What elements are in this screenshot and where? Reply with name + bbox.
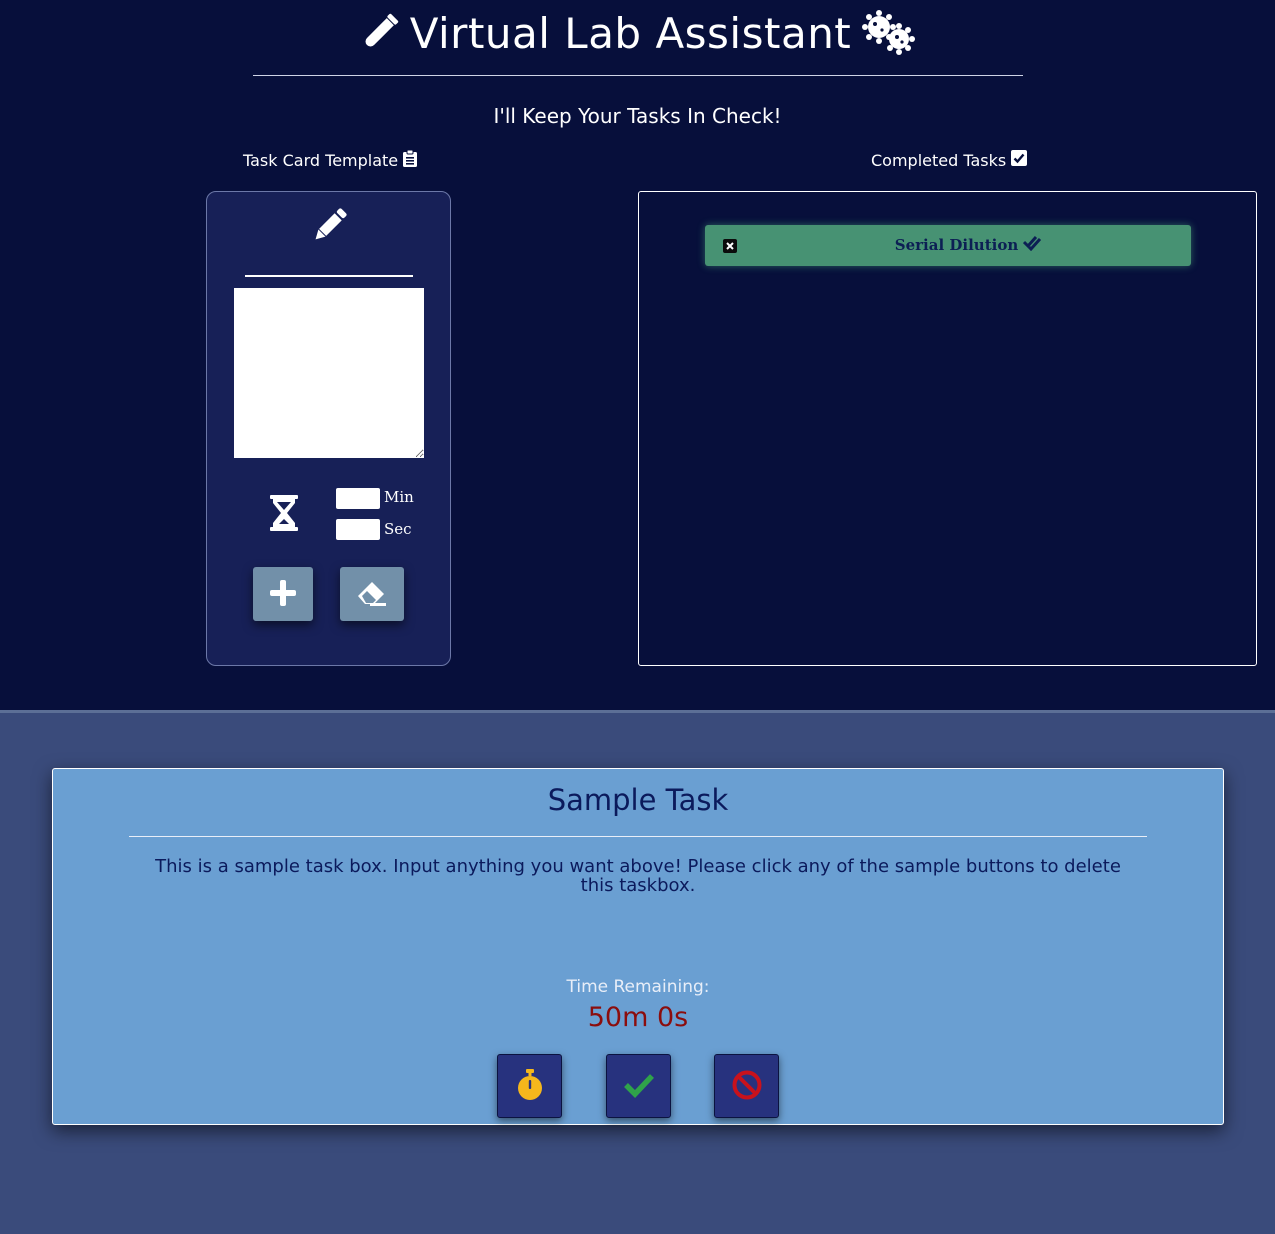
time-remaining-label: Time Remaining: bbox=[566, 977, 710, 997]
title-input-underline[interactable] bbox=[245, 275, 413, 277]
task-description: This is a sample task box. Input anythin… bbox=[155, 856, 1121, 896]
clipboard-list-icon bbox=[403, 149, 418, 171]
task-box: Sample Task This is a sample task box. I… bbox=[52, 768, 1224, 1125]
stopwatch-icon bbox=[516, 1068, 544, 1104]
add-task-button[interactable] bbox=[253, 567, 313, 621]
completed-heading: Completed Tasks bbox=[871, 150, 1028, 170]
completed-tasks-panel: Serial Dilution bbox=[638, 191, 1257, 666]
pencil-icon[interactable] bbox=[310, 207, 348, 249]
app-title: Virtual Lab Assistant bbox=[409, 8, 852, 58]
task-card-template: Min Sec bbox=[206, 191, 451, 666]
header: Virtual Lab Assistant bbox=[0, 6, 1275, 60]
completed-task-item[interactable]: Serial Dilution bbox=[705, 225, 1191, 266]
flask-icon bbox=[358, 11, 400, 55]
virus-icon bbox=[861, 10, 917, 56]
complete-button[interactable] bbox=[606, 1054, 671, 1118]
stopwatch-button[interactable] bbox=[497, 1054, 562, 1118]
eraser-icon bbox=[356, 579, 388, 610]
ban-icon bbox=[731, 1069, 763, 1104]
header-divider bbox=[253, 75, 1023, 76]
clear-template-button[interactable] bbox=[340, 567, 404, 621]
seconds-label: Sec bbox=[384, 520, 412, 538]
template-heading-label: Task Card Template bbox=[243, 151, 399, 170]
minutes-input[interactable] bbox=[336, 488, 380, 509]
check-square-icon bbox=[1011, 150, 1028, 170]
time-remaining-value: 50m 0s bbox=[587, 1002, 689, 1033]
description-input[interactable] bbox=[234, 288, 424, 458]
task-divider bbox=[129, 836, 1147, 837]
check-icon bbox=[623, 1072, 655, 1101]
minutes-label: Min bbox=[384, 488, 414, 506]
top-section: Virtual Lab Assistant I'll Keep Your Tas… bbox=[0, 0, 1275, 710]
seconds-input[interactable] bbox=[336, 519, 380, 540]
template-heading: Task Card Template bbox=[243, 149, 418, 171]
completed-task-title-wrap: Serial Dilution bbox=[705, 235, 1191, 255]
completed-task-label: Serial Dilution bbox=[894, 236, 1019, 254]
plus-icon bbox=[269, 579, 297, 610]
completed-heading-label: Completed Tasks bbox=[871, 150, 1007, 170]
hourglass-icon bbox=[269, 495, 299, 535]
cancel-button[interactable] bbox=[714, 1054, 779, 1118]
double-check-icon bbox=[1023, 235, 1042, 255]
task-title: Sample Task bbox=[547, 783, 729, 817]
tagline: I'll Keep Your Tasks In Check! bbox=[493, 104, 782, 128]
